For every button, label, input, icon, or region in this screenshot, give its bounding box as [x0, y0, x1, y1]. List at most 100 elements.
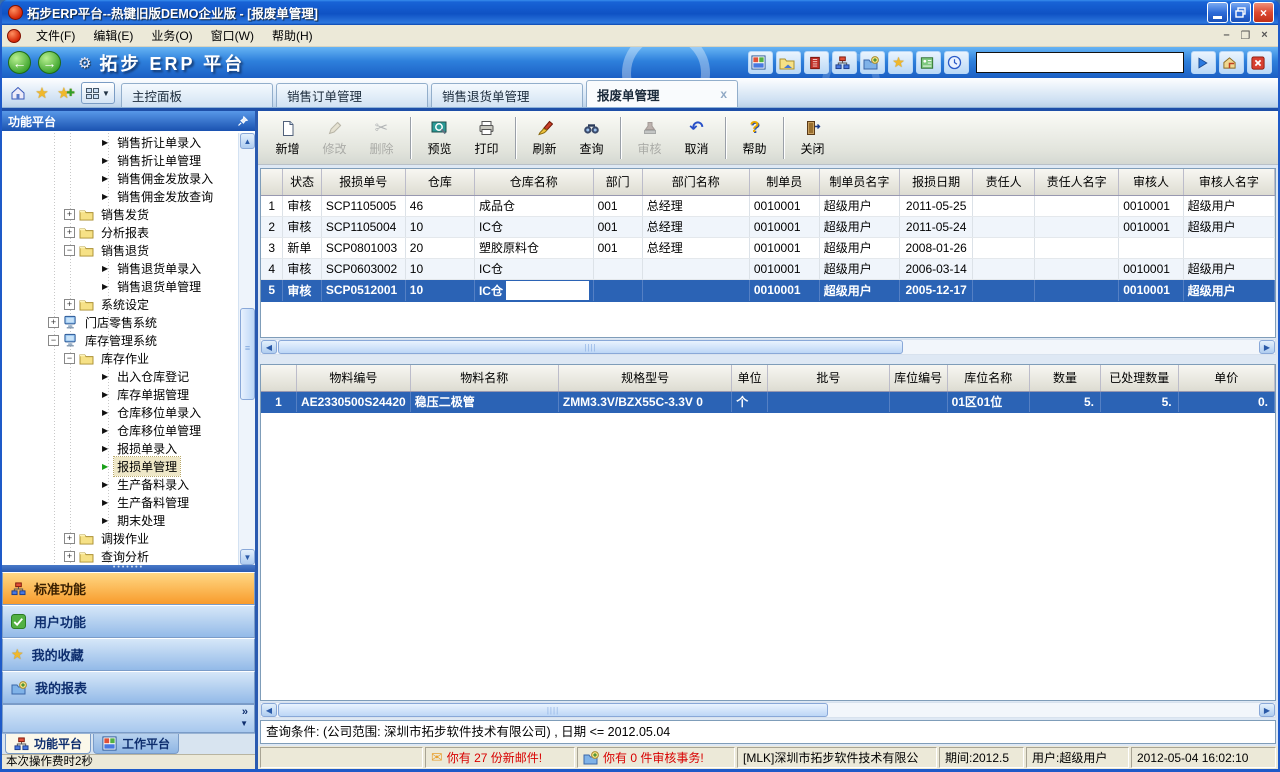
cell[interactable]: 4 — [261, 258, 283, 279]
org-chart-button[interactable] — [832, 51, 857, 74]
cell[interactable] — [973, 237, 1035, 258]
notebook-button[interactable] — [804, 51, 829, 74]
cell[interactable]: 总经理 — [642, 216, 749, 237]
cell[interactable]: 稳压二极管 — [410, 391, 558, 412]
tree-item-库存单据管理[interactable]: ▶库存单据管理 — [2, 385, 238, 403]
tree-item-销售折让单录入[interactable]: ▶销售折让单录入 — [2, 133, 238, 151]
cell[interactable] — [642, 258, 749, 279]
contacts-button[interactable] — [916, 51, 941, 74]
tab-销售退货单管理[interactable]: 销售退货单管理 — [431, 83, 583, 107]
cell[interactable]: 超级用户 — [819, 216, 899, 237]
cell[interactable] — [973, 195, 1035, 216]
column-header-批号[interactable]: 批号 — [768, 365, 890, 391]
star-badge-button[interactable]: ★ — [888, 51, 913, 74]
column-header-责任人名字[interactable]: 责任人名字 — [1034, 169, 1118, 195]
menu-item-4[interactable]: 帮助(H) — [263, 25, 322, 46]
cell[interactable]: 0010001 — [1119, 279, 1183, 301]
cell[interactable]: 总经理 — [642, 237, 749, 258]
tree-item-销售佣金发放查询[interactable]: ▶销售佣金发放查询 — [2, 187, 238, 205]
cell[interactable]: SCP0801003 — [321, 237, 405, 258]
cell[interactable]: 个 — [732, 391, 768, 412]
tree-item-门店零售系统[interactable]: +门店零售系统 — [2, 313, 238, 331]
detail-grid-hscrollbar[interactable]: ◀ ▶ — [260, 702, 1276, 718]
restore-button[interactable] — [1230, 2, 1251, 23]
cell[interactable]: SCP0512001 — [321, 279, 405, 301]
expand-icon[interactable]: + — [48, 317, 59, 328]
cell[interactable]: 10 — [405, 258, 474, 279]
inline-cell-editor[interactable] — [506, 281, 589, 300]
scroll-thumb[interactable] — [278, 703, 828, 717]
undo-toolbar-button[interactable]: ↶取消 — [673, 114, 720, 162]
column-header-单价[interactable]: 单价 — [1178, 365, 1274, 391]
column-header-物料编号[interactable]: 物料编号 — [296, 365, 410, 391]
cell[interactable]: 新单 — [283, 237, 321, 258]
expand-icon[interactable]: + — [64, 533, 75, 544]
table-row[interactable]: 4审核SCP060300210IC仓0010001超级用户2006-03-140… — [261, 258, 1275, 279]
scroll-up-button[interactable]: ▲ — [240, 133, 255, 149]
cell[interactable]: 2011-05-24 — [900, 216, 973, 237]
sidebar-tab-工作平台[interactable]: 工作平台 — [93, 734, 179, 754]
cell[interactable]: 001 — [593, 216, 642, 237]
tree-item-销售退货单管理[interactable]: ▶销售退货单管理 — [2, 277, 238, 295]
tree-item-销售退货单录入[interactable]: ▶销售退货单录入 — [2, 259, 238, 277]
column-header-制单员名字[interactable]: 制单员名字 — [819, 169, 899, 195]
cell[interactable] — [1034, 258, 1118, 279]
new-toolbar-button[interactable]: 新增 — [264, 114, 311, 162]
cell[interactable] — [1034, 237, 1118, 258]
tree-item-报损单录入[interactable]: ▶报损单录入 — [2, 439, 238, 457]
cell[interactable]: 2008-01-26 — [900, 237, 973, 258]
column-header-规格型号[interactable]: 规格型号 — [558, 365, 731, 391]
brush-toolbar-button[interactable]: 刷新 — [521, 114, 568, 162]
home-icon[interactable] — [7, 82, 29, 104]
stack-panel-标准功能[interactable]: 标准功能 — [2, 572, 255, 605]
tab-layout-button[interactable]: ▼ — [81, 82, 115, 104]
cell[interactable]: 超级用户 — [819, 258, 899, 279]
expand-icon[interactable]: + — [64, 551, 75, 562]
cell[interactable]: 0010001 — [749, 279, 819, 301]
cell[interactable]: 1 — [261, 391, 296, 412]
menu-item-3[interactable]: 窗口(W) — [202, 25, 263, 46]
quick-search-input[interactable] — [976, 52, 1184, 73]
cell[interactable]: 审核 — [283, 216, 321, 237]
cell[interactable] — [889, 391, 947, 412]
cell[interactable]: 5. — [1030, 391, 1101, 412]
menu-item-1[interactable]: 编辑(E) — [84, 25, 142, 46]
table-row[interactable]: 1审核SCP110500546成品仓001总经理0010001超级用户2011-… — [261, 195, 1275, 216]
collapse-icon[interactable]: − — [48, 335, 59, 346]
cell[interactable]: 2005-12-17 — [900, 279, 973, 301]
scroll-thumb[interactable] — [240, 308, 255, 400]
column-header-单位[interactable]: 单位 — [732, 365, 768, 391]
add-favorite-icon[interactable]: ★✚ — [55, 82, 77, 104]
panels-button[interactable] — [748, 51, 773, 74]
cell[interactable]: 1 — [261, 195, 283, 216]
cell[interactable]: 5. — [1100, 391, 1178, 412]
tree-item-出入仓库登记[interactable]: ▶出入仓库登记 — [2, 367, 238, 385]
run-button[interactable] — [1191, 51, 1216, 74]
cell[interactable] — [1034, 216, 1118, 237]
column-header-仓库名称[interactable]: 仓库名称 — [474, 169, 593, 195]
scroll-right-button[interactable]: ▶ — [1259, 340, 1275, 354]
cell[interactable]: 20 — [405, 237, 474, 258]
back-button[interactable]: ← — [8, 51, 31, 74]
mdi-restore-button[interactable]: ❐ — [1238, 29, 1253, 42]
cell[interactable] — [973, 216, 1035, 237]
expand-icon[interactable]: + — [64, 299, 75, 310]
column-header-报损日期[interactable]: 报损日期 — [900, 169, 973, 195]
column-header-rownum[interactable] — [261, 169, 283, 195]
cell[interactable] — [768, 391, 890, 412]
column-header-数量[interactable]: 数量 — [1030, 365, 1101, 391]
master-grid-hscrollbar[interactable]: ◀ ▶ — [260, 339, 1276, 355]
expand-icon[interactable]: + — [64, 227, 75, 238]
cell[interactable]: 0010001 — [749, 258, 819, 279]
cell[interactable]: IC仓 — [474, 216, 593, 237]
pin-icon[interactable] — [237, 115, 249, 127]
column-header-部门[interactable]: 部门 — [593, 169, 642, 195]
cell[interactable]: ZMM3.3V/BZX55C-3.3V 0 — [558, 391, 731, 412]
column-header-库位名称[interactable]: 库位名称 — [947, 365, 1029, 391]
tab-close-icon[interactable]: x — [704, 87, 727, 101]
mdi-minimize-button[interactable]: – — [1219, 29, 1234, 42]
cell[interactable]: 0010001 — [749, 216, 819, 237]
cell[interactable]: 超级用户 — [819, 195, 899, 216]
status-segment-audit[interactable]: 你有 0 件审核事务! — [577, 747, 735, 768]
tab-主控面板[interactable]: 主控面板 — [121, 83, 273, 107]
